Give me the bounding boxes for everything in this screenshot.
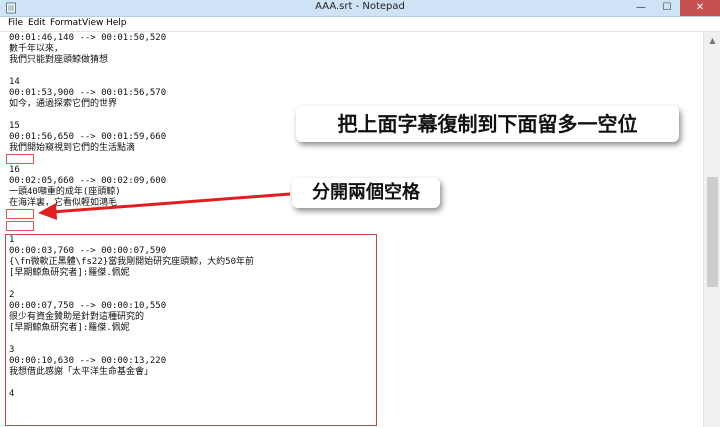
annotation-callout-separate: 分開兩個空格 [292, 178, 440, 208]
annotation-callout-copy: 把上面字幕復制到下面留多一空位 [296, 106, 679, 142]
red-arrow-icon [38, 192, 291, 220]
notepad-window: AAA.srt - Notepad — ☐ ✕ File Edit Format… [0, 0, 720, 427]
